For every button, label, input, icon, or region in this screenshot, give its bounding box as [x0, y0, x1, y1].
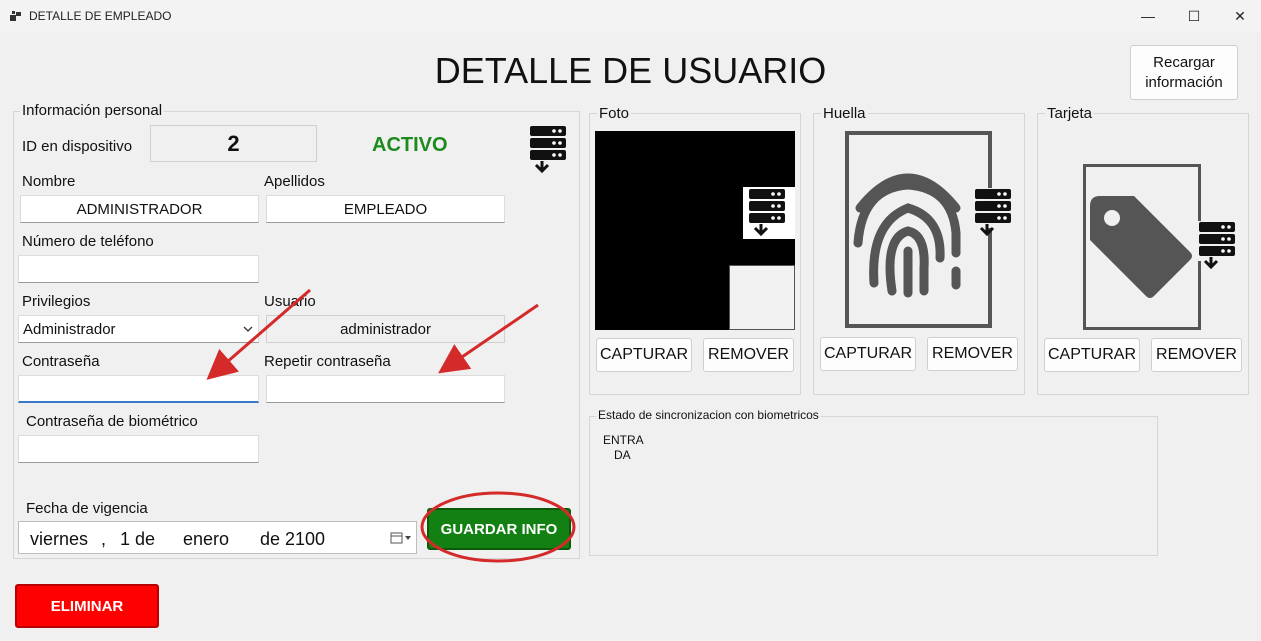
page-title: DETALLE DE USUARIO [434, 50, 827, 91]
foto-legend: Foto [597, 105, 632, 122]
fingerprint-server-download-icon[interactable] [972, 188, 1014, 238]
device-id-label: ID en dispositivo [22, 138, 133, 155]
calendar-dropdown-icon[interactable] [390, 532, 412, 544]
chevron-down-icon [243, 326, 253, 332]
close-button[interactable]: ✕ [1217, 0, 1261, 32]
telefono-field[interactable] [18, 255, 259, 283]
vigencia-day: viernes [30, 529, 89, 549]
photo-placeholder-thumbnail [729, 265, 795, 330]
window-title: DETALLE DE EMPLEADO [29, 9, 172, 23]
privilegios-select[interactable]: Administrador [18, 315, 259, 343]
reload-info-button[interactable]: Recargar información [1130, 45, 1238, 100]
usuario-label: Usuario [264, 293, 316, 310]
apellidos-field[interactable]: EMPLEADO [266, 195, 505, 223]
app-icon [10, 11, 21, 21]
sync-status-line-2: DA [614, 448, 631, 462]
nombre-field[interactable]: ADMINISTRADOR [20, 195, 259, 223]
sync-status-group [589, 416, 1158, 556]
personal-info-legend: Información personal [20, 102, 165, 119]
privilegios-label: Privilegios [22, 293, 91, 310]
save-info-button[interactable]: GUARDAR INFO [427, 508, 571, 550]
huella-remove-button[interactable]: REMOVER [927, 337, 1018, 371]
minimize-button[interactable]: — [1125, 0, 1171, 32]
vigencia-label: Fecha de vigencia [26, 500, 148, 517]
fingerprint-icon [853, 173, 961, 298]
window-titlebar [0, 0, 1261, 32]
tarjeta-legend: Tarjeta [1045, 105, 1095, 122]
maximize-button[interactable]: ☐ [1171, 0, 1217, 32]
sync-status-legend: Estado de sincronizacion con biometricos [596, 408, 821, 422]
tarjeta-capture-button[interactable]: CAPTURAR [1044, 338, 1140, 372]
device-id-field: 2 [150, 125, 317, 162]
server-download-icon[interactable] [528, 125, 568, 175]
card-server-download-icon[interactable] [1196, 221, 1238, 271]
usuario-field: administrador [266, 315, 505, 343]
tag-icon [1090, 196, 1192, 298]
repeat-password-label: Repetir contraseña [264, 353, 391, 370]
repeat-password-field[interactable] [266, 375, 505, 403]
bio-password-field[interactable] [18, 435, 259, 463]
password-field[interactable] [18, 375, 259, 403]
tarjeta-remove-button[interactable]: REMOVER [1151, 338, 1242, 372]
telefono-label: Número de teléfono [22, 233, 154, 250]
privilegios-selected-value: Administrador [23, 320, 116, 338]
vigencia-month: enero [183, 529, 230, 549]
delete-button[interactable]: ELIMINAR [15, 584, 159, 628]
foto-remove-button[interactable]: REMOVER [703, 338, 794, 372]
huella-capture-button[interactable]: CAPTURAR [820, 337, 916, 371]
photo-server-download-icon[interactable] [746, 188, 788, 238]
nombre-label: Nombre [22, 173, 76, 190]
sync-status-line-1: ENTRA [603, 433, 644, 447]
status-label: ACTIVO [372, 134, 448, 156]
vigencia-separator: , [101, 529, 107, 549]
foto-capture-button[interactable]: CAPTURAR [596, 338, 692, 372]
vigencia-date-picker[interactable]: viernes , 1 de enero de 2100 [18, 521, 417, 554]
apellidos-label: Apellidos [264, 173, 325, 190]
password-label: Contraseña [22, 353, 100, 370]
vigencia-date: 1 de [120, 529, 156, 549]
huella-legend: Huella [821, 105, 868, 122]
bio-password-label: Contraseña de biométrico [26, 413, 198, 430]
vigencia-year: de 2100 [260, 529, 326, 549]
